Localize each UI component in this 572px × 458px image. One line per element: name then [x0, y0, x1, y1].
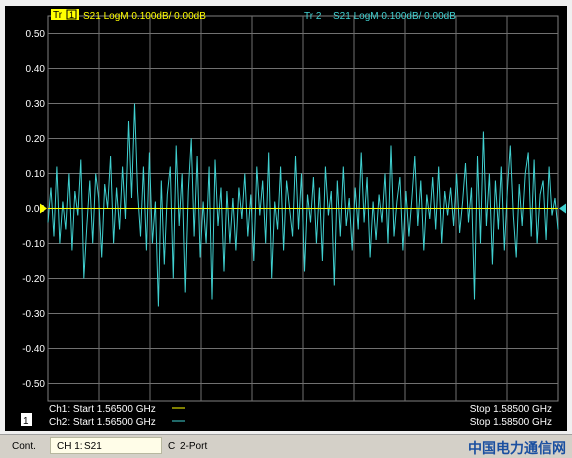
tr1-description[interactable]: S21 LogM 0.100dB/ 0.00dB — [83, 11, 206, 22]
calibration-port-status[interactable]: 2-Port — [180, 440, 207, 453]
channel-badge: 1 — [23, 416, 29, 427]
sweep-mode-status[interactable]: Cont. — [12, 440, 36, 453]
active-channel-label: CH 1: — [57, 441, 83, 452]
y-tick-label: -0.20 — [22, 274, 45, 285]
y-tick-label: 0.10 — [26, 169, 46, 180]
y-tick-label: 0.40 — [26, 64, 46, 75]
tr2-tag[interactable]: Tr 2 — [304, 11, 322, 22]
ch1-start-label: Ch1: Start 1.56500 GHz — [49, 404, 156, 415]
y-tick-label: 0.30 — [26, 99, 46, 110]
y-tick-label: 0.50 — [26, 29, 46, 40]
y-tick-label: -0.50 — [22, 379, 45, 390]
watermark-logo: 中国电力通信网 — [468, 441, 566, 457]
y-tick-label: 0.20 — [26, 134, 46, 145]
reference-marker-right-icon[interactable] — [559, 203, 566, 214]
active-parameter: S21 — [84, 441, 102, 452]
vna-window: 0.50 0.40 0.30 0.20 0.10 0.00 -0.10 -0.20 -0.30-… — [0, 0, 572, 458]
measurement-screen[interactable]: 0.50 0.40 0.30 0.20 0.10 0.00 -0.10 -0.20 -0.30-… — [5, 6, 567, 431]
tr2-description[interactable]: S21 LogM 0.100dB/ 0.00dB — [333, 11, 456, 22]
y-tick-label: -0.40 — [22, 344, 45, 355]
y-tick-label: -0.10 — [22, 239, 45, 250]
tr1-number: 1 — [69, 10, 74, 20]
tr1-tag[interactable]: Tr — [53, 10, 63, 21]
correction-status[interactable]: C — [168, 440, 175, 453]
trace-plot[interactable]: 0.500.400.300.200.100.00-0.10-0.20-0.30-… — [5, 6, 567, 431]
y-tick-label: -0.30 — [22, 309, 45, 320]
ch2-start-label: Ch2: Start 1.56500 GHz — [49, 417, 156, 428]
ch2-stop-label: Stop 1.58500 GHz — [470, 417, 552, 428]
ch1-stop-label: Stop 1.58500 GHz — [470, 404, 552, 415]
status-bar: Cont. CH 1: S21 C 2-Port 中国电力通信网 — [0, 434, 572, 458]
